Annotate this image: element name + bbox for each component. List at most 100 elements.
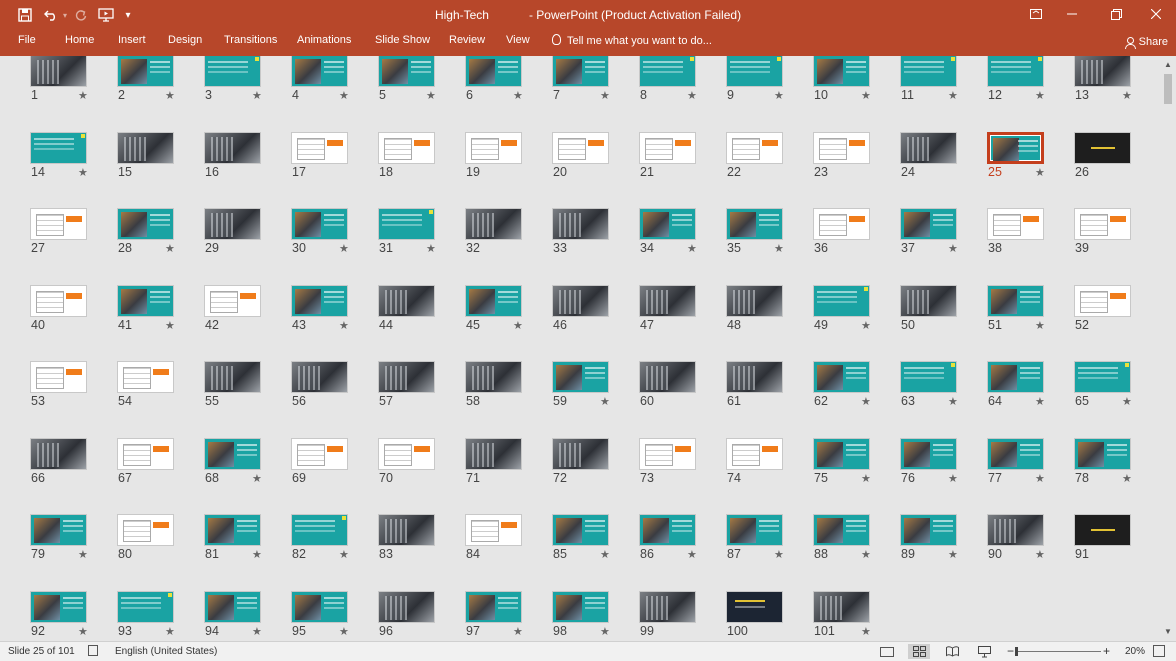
animation-star-icon[interactable]: ★	[252, 89, 262, 102]
close-icon[interactable]	[1136, 0, 1176, 28]
slide-thumbnail-item[interactable]: 74	[726, 437, 813, 515]
slide-thumbnail-item[interactable]: 45 ★	[465, 284, 552, 362]
slide-thumbnail[interactable]	[291, 284, 348, 317]
slide-thumbnail[interactable]	[813, 208, 870, 240]
slide-thumbnail[interactable]	[465, 361, 522, 393]
slide-thumbnail[interactable]	[30, 284, 87, 317]
animation-star-icon[interactable]: ★	[339, 242, 349, 255]
slide-thumbnail-item[interactable]: 76 ★	[900, 437, 987, 515]
slide-thumbnail-item[interactable]: 59 ★	[552, 361, 639, 438]
animation-star-icon[interactable]: ★	[600, 625, 610, 638]
slide-thumbnail-item[interactable]: 16	[204, 131, 291, 209]
slide-thumbnail-item[interactable]: 65 ★	[1074, 361, 1160, 438]
animation-star-icon[interactable]: ★	[1035, 548, 1045, 561]
slide-thumbnail-item[interactable]: 26	[1074, 131, 1160, 209]
slide-thumbnail-item[interactable]: 64 ★	[987, 361, 1074, 438]
animation-star-icon[interactable]: ★	[513, 319, 523, 332]
slide-thumbnail-item[interactable]: 39	[1074, 208, 1160, 285]
tell-me-box[interactable]: Tell me what you want to do...	[552, 34, 712, 47]
slide-thumbnail[interactable]	[465, 514, 522, 546]
animation-star-icon[interactable]: ★	[1122, 395, 1132, 408]
slide-thumbnail-item[interactable]: 86 ★	[639, 514, 726, 591]
slide-thumbnail-item[interactable]: 40	[30, 284, 117, 362]
slide-thumbnail-item[interactable]: 36	[813, 208, 900, 285]
restore-icon[interactable]	[1096, 0, 1136, 28]
animation-star-icon[interactable]: ★	[600, 395, 610, 408]
slide-thumbnail[interactable]	[639, 131, 696, 164]
animation-star-icon[interactable]: ★	[687, 548, 697, 561]
slide-thumbnail-item[interactable]: 28 ★	[117, 208, 204, 285]
animation-star-icon[interactable]: ★	[1122, 89, 1132, 102]
slide-thumbnail[interactable]	[204, 361, 261, 393]
slide-thumbnail[interactable]	[465, 437, 522, 470]
slide-thumbnail-item[interactable]: 98 ★	[552, 590, 639, 642]
slide-thumbnail[interactable]	[465, 56, 522, 87]
slide-thumbnail[interactable]	[378, 514, 435, 546]
slide-thumbnail-item[interactable]: 69	[291, 437, 378, 515]
tab-animations[interactable]: Animations	[297, 34, 351, 46]
slide-thumbnail[interactable]	[204, 590, 261, 623]
slide-thumbnail-item[interactable]: 5 ★	[378, 56, 465, 132]
slide-thumbnail[interactable]	[726, 131, 783, 164]
slide-thumbnail-item[interactable]: 99	[639, 590, 726, 642]
slide-thumbnail[interactable]	[30, 56, 87, 87]
slide-thumbnail[interactable]	[291, 590, 348, 623]
slide-thumbnail-item[interactable]: 7 ★	[552, 56, 639, 132]
slide-thumbnail[interactable]	[639, 437, 696, 470]
slide-thumbnail[interactable]	[900, 437, 957, 470]
slide-thumbnail[interactable]	[204, 56, 261, 87]
slide-thumbnail[interactable]	[552, 208, 609, 240]
slide-thumbnail-item[interactable]: 75 ★	[813, 437, 900, 515]
slide-thumbnail-item[interactable]: 34 ★	[639, 208, 726, 285]
slide-thumbnail[interactable]	[291, 56, 348, 87]
slide-thumbnail[interactable]	[204, 131, 261, 164]
scrollbar-thumb[interactable]	[1164, 74, 1172, 104]
slide-thumbnail[interactable]	[1074, 437, 1131, 470]
slide-thumbnail[interactable]	[726, 361, 783, 393]
slide-thumbnail[interactable]	[291, 437, 348, 470]
ribbon-display-options-icon[interactable]	[1016, 0, 1056, 28]
scroll-up-icon[interactable]: ▲	[1160, 58, 1176, 72]
slide-thumbnail[interactable]	[639, 208, 696, 240]
slide-thumbnail-item[interactable]: 70	[378, 437, 465, 515]
slide-show-view-button[interactable]	[973, 644, 995, 659]
slide-thumbnail-item[interactable]: 44	[378, 284, 465, 362]
slide-thumbnail-item[interactable]: 93 ★	[117, 590, 204, 642]
slide-thumbnail-item[interactable]: 62 ★	[813, 361, 900, 438]
slide-thumbnail-item[interactable]: 43 ★	[291, 284, 378, 362]
slide-thumbnail[interactable]	[291, 208, 348, 240]
slide-thumbnail[interactable]	[291, 514, 348, 546]
animation-star-icon[interactable]: ★	[1035, 472, 1045, 485]
slide-thumbnail[interactable]	[117, 361, 174, 393]
slide-thumbnail[interactable]	[813, 131, 870, 164]
slide-thumbnail[interactable]	[1074, 514, 1131, 546]
slide-thumbnail-item[interactable]: 2 ★	[117, 56, 204, 132]
slide-thumbnail[interactable]	[552, 361, 609, 393]
slide-thumbnail-item[interactable]: 4 ★	[291, 56, 378, 132]
slide-thumbnail[interactable]	[117, 208, 174, 240]
slide-thumbnail-item[interactable]: 71	[465, 437, 552, 515]
animation-star-icon[interactable]: ★	[1035, 319, 1045, 332]
slide-thumbnail[interactable]	[378, 437, 435, 470]
slide-thumbnail[interactable]	[900, 56, 957, 87]
slide-thumbnail[interactable]	[117, 514, 174, 546]
slide-thumbnail[interactable]	[900, 131, 957, 164]
tab-review[interactable]: Review	[449, 34, 485, 46]
slide-thumbnail-item[interactable]: 96	[378, 590, 465, 642]
slide-thumbnail-item[interactable]: 100	[726, 590, 813, 642]
tab-home[interactable]: Home	[65, 34, 94, 46]
slide-thumbnail-item[interactable]: 23	[813, 131, 900, 209]
slide-sorter-view-button[interactable]	[908, 644, 930, 659]
animation-star-icon[interactable]: ★	[513, 89, 523, 102]
slide-thumbnail[interactable]	[987, 208, 1044, 240]
slide-thumbnail-item[interactable]: 50	[900, 284, 987, 362]
animation-star-icon[interactable]: ★	[78, 548, 88, 561]
animation-star-icon[interactable]: ★	[861, 548, 871, 561]
tab-design[interactable]: Design	[168, 34, 202, 46]
slide-thumbnail[interactable]	[552, 437, 609, 470]
animation-star-icon[interactable]: ★	[774, 548, 784, 561]
animation-star-icon[interactable]: ★	[948, 242, 958, 255]
slide-thumbnail-item[interactable]: 53	[30, 361, 117, 438]
slide-thumbnail-item[interactable]: 27	[30, 208, 117, 285]
slide-thumbnail[interactable]	[204, 208, 261, 240]
